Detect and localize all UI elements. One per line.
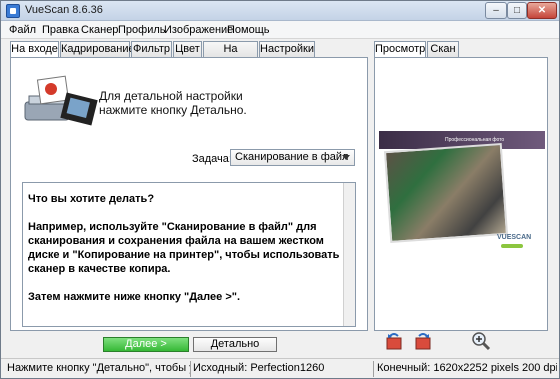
menu-image[interactable]: Изображение — [164, 24, 233, 36]
rotate-left-icon[interactable] — [384, 331, 404, 351]
preview-panel: Профессиональная фото VUESCAN — [374, 57, 548, 331]
tab-output[interactable]: На выходе — [203, 41, 258, 70]
status-divider — [190, 361, 191, 377]
detail-button[interactable]: Детально — [193, 337, 277, 352]
input-panel: Для детальной настройки нажмите кнопку Д… — [10, 57, 368, 331]
vuescan-app-icon — [6, 4, 20, 18]
status-output: Конечный: 1620x2252 pixels 200 dpi 206 — [377, 362, 557, 374]
maximize-icon[interactable]: □ — [507, 2, 527, 19]
help-text-example: Например, используйте "Сканирование в фа… — [28, 221, 340, 275]
help-text-box[interactable]: Что вы хотите делать? Например, использу… — [22, 182, 356, 327]
vuescan-window: VueScan 8.6.36 – □ ✕ Файл Правка Сканер … — [0, 0, 560, 379]
dropdown-arrow-icon — [342, 155, 350, 160]
status-bar: Нажмите кнопку "Детально", чтобы увидет … — [1, 358, 559, 378]
menu-profile[interactable]: Профиль — [118, 24, 166, 36]
info-line-2: нажмите кнопку Детально. — [99, 103, 247, 117]
help-text-next: Затем нажмите ниже кнопку "Далее >". — [28, 291, 241, 303]
status-divider — [373, 361, 374, 377]
status-hint: Нажмите кнопку "Детально", чтобы увидет — [7, 362, 190, 374]
vuescan-logo-swoosh — [501, 244, 523, 248]
tab-scan[interactable]: Скан — [427, 41, 459, 58]
menu-bar: Файл Правка Сканер Профиль Изображение П… — [1, 21, 559, 39]
task-select-value: Сканирование в файл — [235, 151, 349, 163]
tab-settings[interactable]: Настройки — [259, 41, 315, 58]
vuescan-logo: VUESCAN — [497, 234, 532, 241]
menu-scanner[interactable]: Сканер — [81, 24, 118, 36]
title-bar: VueScan 8.6.36 – □ ✕ — [1, 1, 559, 21]
tab-crop[interactable]: Кадрирование — [60, 41, 135, 58]
window-title: VueScan 8.6.36 — [25, 4, 103, 16]
help-text-question: Что вы хотите делать? — [28, 193, 155, 205]
close-icon[interactable]: ✕ — [527, 2, 557, 19]
status-source: Исходный: Perfection1260 — [193, 362, 325, 374]
scanner-photo-icon — [24, 75, 98, 126]
info-line-1: Для детальной настройки — [99, 89, 243, 103]
tab-color[interactable]: Цвет — [173, 41, 202, 58]
tab-filter[interactable]: Фильтр — [131, 41, 172, 58]
preview-photo-collage — [383, 142, 509, 244]
rotate-right-icon[interactable] — [413, 331, 433, 351]
menu-file[interactable]: Файл — [9, 24, 36, 36]
next-button[interactable]: Далее > — [103, 337, 189, 352]
preview-banner-text: Профессиональная фото — [445, 137, 505, 143]
task-select[interactable]: Сканирование в файл — [230, 149, 355, 166]
minimize-icon[interactable]: – — [485, 2, 507, 19]
help-text-scrollbar[interactable] — [343, 183, 355, 326]
menu-help[interactable]: Помощь — [227, 24, 270, 36]
preview-image: Профессиональная фото VUESCAN — [379, 131, 545, 281]
task-label: Задача: — [192, 153, 232, 165]
zoom-icon[interactable] — [471, 331, 491, 351]
menu-edit[interactable]: Правка — [42, 24, 79, 36]
info-text: Для детальной настройки нажмите кнопку Д… — [99, 89, 247, 117]
